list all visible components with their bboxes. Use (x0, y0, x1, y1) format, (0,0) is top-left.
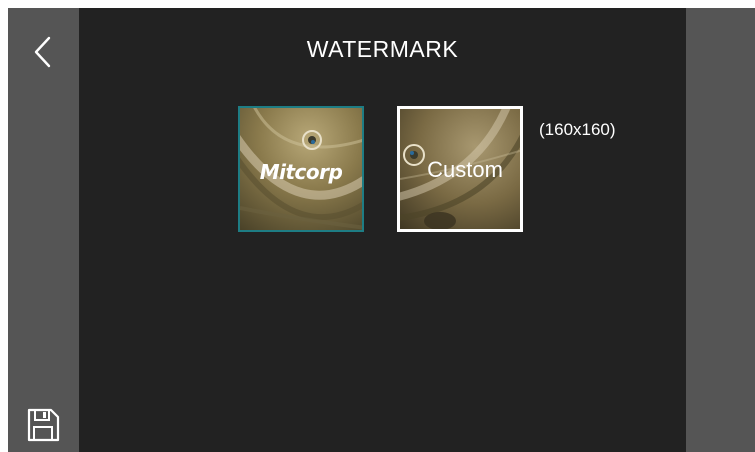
back-button[interactable] (20, 30, 64, 74)
watermark-option-mitcorp[interactable]: Mitcorp (238, 106, 364, 232)
custom-size-label: (160x160) (539, 120, 616, 139)
right-sidebar (686, 8, 755, 452)
watermark-label-custom: Custom (427, 157, 503, 182)
left-sidebar (8, 8, 79, 452)
page-title: WATERMARK (306, 36, 459, 62)
watermark-label-mitcorp: Mitcorp (259, 160, 343, 184)
watermark-option-custom[interactable]: Custom (397, 106, 523, 232)
floppy-disk-icon (27, 408, 60, 442)
chevron-left-icon (34, 36, 51, 68)
save-button[interactable] (24, 406, 62, 444)
watermark-screen: WATERMARK Mitcorp Custom (160x160) (8, 8, 755, 452)
